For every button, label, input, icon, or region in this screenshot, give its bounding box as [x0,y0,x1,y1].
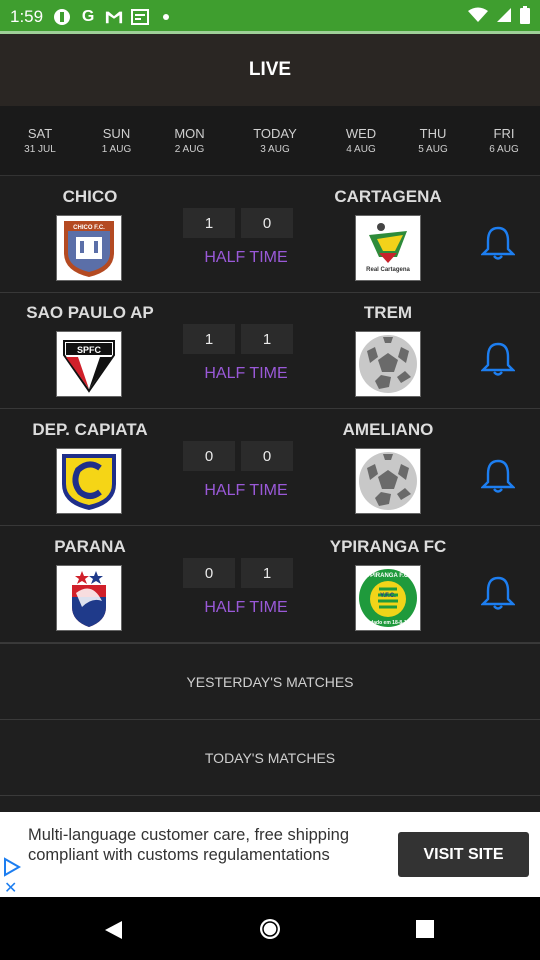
home-score: 0 [183,558,235,588]
today-matches-button[interactable]: TODAY'S MATCHES [0,719,540,795]
clock: 1:59 [10,7,44,26]
recents-icon[interactable] [415,919,435,939]
day-tab-sun[interactable]: SUN 1 AUG [80,106,153,175]
day-tab-fri[interactable]: FRI 6 AUG [468,106,540,175]
adchoices-icon[interactable] [2,857,22,877]
match-row[interactable]: DEP. CAPIATA 0 0 HALF TIME AMELIANO [0,410,540,526]
day-name: WED [345,126,377,141]
battery-icon [520,5,530,29]
away-team-name: TREM [363,303,413,322]
day-date: 1 AUG [101,144,132,155]
home-team-name: SAO PAULO AP [26,303,154,322]
notification-bell-icon[interactable] [481,225,515,261]
away-team-name: CARTAGENA [334,187,442,206]
away-score: 0 [241,208,293,238]
match-status: HALF TIME [204,599,288,616]
spfc-logo-text: SPFC [77,345,102,355]
ypiranga-bottom-text: Fundado em 18-8-1924 [361,620,415,626]
home-team: CHICO CHICO F.C. [0,177,180,293]
day-tab-wed[interactable]: WED 4 AUG [324,106,398,175]
capiata-crest-icon [56,448,122,514]
list-divider [0,795,540,812]
day-name: MON [174,126,205,141]
gmail-icon [105,8,123,26]
day-tab-today[interactable]: TODAY 3 AUG [226,106,324,175]
soccer-ball-icon [355,331,421,397]
away-team: YPIRANGA FC YPIRANGA F.C. Y.F.C. Fundado… [298,527,478,643]
page-title: LIVE [248,59,292,80]
real-cartagena-crest-icon: Real Cartagena [355,215,421,281]
day-tab-mon[interactable]: MON 2 AUG [153,106,226,175]
away-team: TREM [298,293,478,409]
notification-bell-icon[interactable] [481,341,515,377]
away-team-name: AMELIANO [342,420,434,439]
yesterday-matches-button[interactable]: YESTERDAY'S MATCHES [0,643,540,719]
ad-banner[interactable]: Multi-language customer care, free shipp… [0,812,540,897]
google-icon: G [81,8,95,25]
home-team-name: DEP. CAPIATA [32,420,148,439]
match-row[interactable]: SAO PAULO AP SPFC 1 1 HALF TIME TREM [0,293,540,409]
home-team: DEP. CAPIATA [0,410,180,526]
day-date: 31 JUL [24,144,56,155]
home-icon[interactable] [258,917,282,941]
day-date: 5 AUG [418,144,448,155]
day-name: FRI [493,126,515,141]
day-name: SAT [27,126,53,141]
away-team-name: YPIRANGA FC [329,537,447,556]
away-score: 0 [241,441,293,471]
ad-text: Multi-language customer care, free shipp… [28,826,350,864]
home-score: 0 [183,441,235,471]
page-header: LIVE [0,34,540,106]
home-team: SAO PAULO AP SPFC [0,293,180,409]
match-row[interactable]: PARANA 0 1 HALF TIME YPIRANGA FC YPIRANG… [0,527,540,643]
day-name: THU [419,126,447,141]
day-name: TODAY [253,126,297,141]
match-row[interactable]: CHICO CHICO F.C. 1 0 HALF TIME CARTAGENA… [0,177,540,293]
ypiranga-crest-icon: YPIRANGA F.C. Y.F.C. Fundado em 18-8-192… [355,565,421,631]
match-status: HALF TIME [204,249,288,266]
match-status: HALF TIME [204,365,288,382]
dot-icon [157,8,175,26]
soccer-ball-icon [355,448,421,514]
chico-logo-text: CHICO F.C. [73,225,105,231]
away-team: AMELIANO [298,410,478,526]
visit-site-button[interactable]: VISIT SITE [398,832,529,877]
day-date: 4 AUG [346,144,376,155]
home-score: 1 [183,208,235,238]
home-team: PARANA [0,527,180,643]
away-team: CARTAGENA Real Cartagena [298,177,478,293]
ypiranga-top-text: YPIRANGA F.C. [366,573,410,579]
chico-crest-icon: CHICO F.C. [56,215,122,281]
spfc-crest-icon: SPFC [56,331,122,397]
cartagena-logo-text: Real Cartagena [366,267,410,273]
home-score: 1 [183,324,235,354]
day-date: 2 AUG [174,144,205,155]
wifi-icon [468,7,488,28]
home-team-name: CHICO [62,187,118,206]
day-date: 3 AUG [260,144,290,155]
day-tab-sat[interactable]: SAT 31 JUL [0,106,80,175]
day-date: 6 AUG [489,144,519,155]
status-bar: 1:59 G [0,0,540,34]
match-status: HALF TIME [204,482,288,499]
day-tab-thu[interactable]: THU 5 AUG [398,106,468,175]
home-team-name: PARANA [54,537,126,556]
signal-icon [496,7,512,28]
close-ad-icon[interactable]: ✕ [4,878,17,898]
data-saver-icon [53,8,71,26]
notification-bell-icon[interactable] [481,575,515,611]
away-score: 1 [241,558,293,588]
away-score: 1 [241,324,293,354]
ypiranga-mid-text: Y.F.C. [380,593,396,599]
day-name: SUN [102,126,131,141]
back-icon[interactable] [102,919,124,941]
system-nav-bar [0,897,540,960]
notification-bell-icon[interactable] [481,458,515,494]
parana-crest-icon [56,565,122,631]
news-icon [131,8,150,26]
day-selector: SAT 31 JUL SUN 1 AUG MON 2 AUG TODAY 3 A… [0,106,540,176]
